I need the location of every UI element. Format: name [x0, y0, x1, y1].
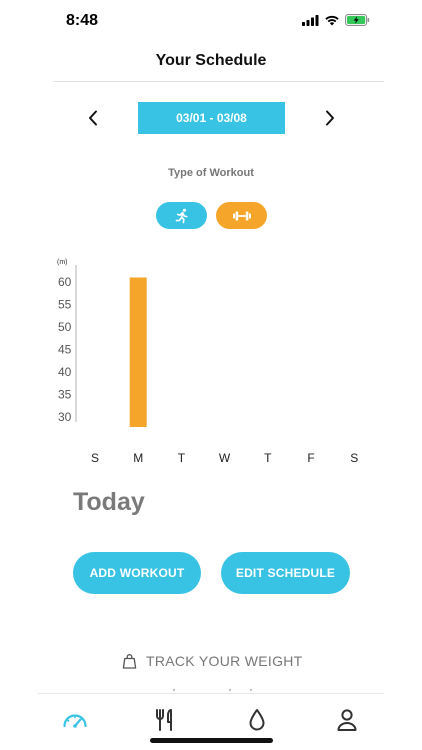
today-heading: Today — [73, 488, 145, 516]
schedule-screen: 8:48 Your Schedule 03/01 - 03/08 Type of… — [0, 0, 422, 750]
water-drop-icon — [249, 709, 265, 731]
chevron-left-icon — [89, 110, 97, 126]
dumbbell-icon — [232, 211, 251, 220]
chevron-right-icon — [326, 110, 334, 126]
chart-y-tick-label: 55 — [58, 298, 72, 312]
previous-week-button[interactable] — [83, 108, 103, 128]
chart-y-tick-label: 30 — [58, 410, 72, 424]
chart-day-label: S — [350, 451, 358, 465]
chart-y-unit-label: (m) — [57, 259, 68, 266]
home-indicator — [150, 738, 273, 743]
track-weight-button[interactable]: TRACK YOUR WEIGHT — [122, 653, 303, 669]
chart-day-label: F — [307, 451, 314, 465]
left-edge-background — [0, 392, 38, 750]
tab-profile[interactable] — [332, 706, 362, 734]
tab-hydration[interactable] — [242, 706, 272, 734]
wifi-icon — [325, 15, 339, 26]
battery-charging-icon — [345, 14, 370, 26]
chart-day-label: T — [178, 451, 186, 465]
track-weight-label: TRACK YOUR WEIGHT — [146, 653, 303, 669]
chart-day-label: T — [264, 451, 272, 465]
chart-y-tick-label: 60 — [58, 275, 72, 289]
chart-y-tick-label: 50 — [58, 320, 72, 334]
running-icon — [175, 208, 188, 223]
chart-day-label: S — [91, 451, 99, 465]
workout-type-label: Type of Workout — [168, 167, 254, 179]
chart-day-label: M — [133, 451, 143, 465]
status-icons — [302, 14, 370, 26]
chart-y-tick-label: 35 — [58, 388, 72, 402]
page-title: Your Schedule — [155, 52, 267, 69]
add-workout-button[interactable]: ADD WORKOUT — [73, 552, 201, 594]
tab-nutrition[interactable] — [150, 706, 180, 734]
speedometer-icon — [63, 714, 87, 728]
next-week-button[interactable] — [320, 108, 340, 128]
weight-bag-icon — [122, 653, 137, 669]
header-divider — [53, 81, 384, 82]
status-time: 8:48 — [66, 12, 99, 29]
tab-dashboard[interactable] — [60, 706, 90, 734]
week-range[interactable]: 03/01 - 03/08 — [138, 102, 285, 134]
running-workout-toggle[interactable] — [156, 202, 207, 229]
fork-knife-icon — [156, 709, 172, 731]
status-bar: 8:48 — [0, 0, 422, 44]
weights-workout-toggle[interactable] — [216, 202, 267, 229]
chart-y-tick-label: 40 — [58, 365, 72, 379]
profile-icon — [337, 709, 357, 731]
chart-y-tick-label: 45 — [58, 343, 72, 357]
cellular-signal-icon — [302, 14, 319, 26]
chart-day-label: W — [219, 451, 231, 465]
edit-schedule-button[interactable]: EDIT SCHEDULE — [221, 552, 350, 594]
content-peek-marks — [173, 689, 252, 691]
chart-bar — [129, 277, 147, 427]
workout-duration-chart: (m) 60 55 50 45 40 35 30 S M T W T F S — [57, 259, 358, 465]
